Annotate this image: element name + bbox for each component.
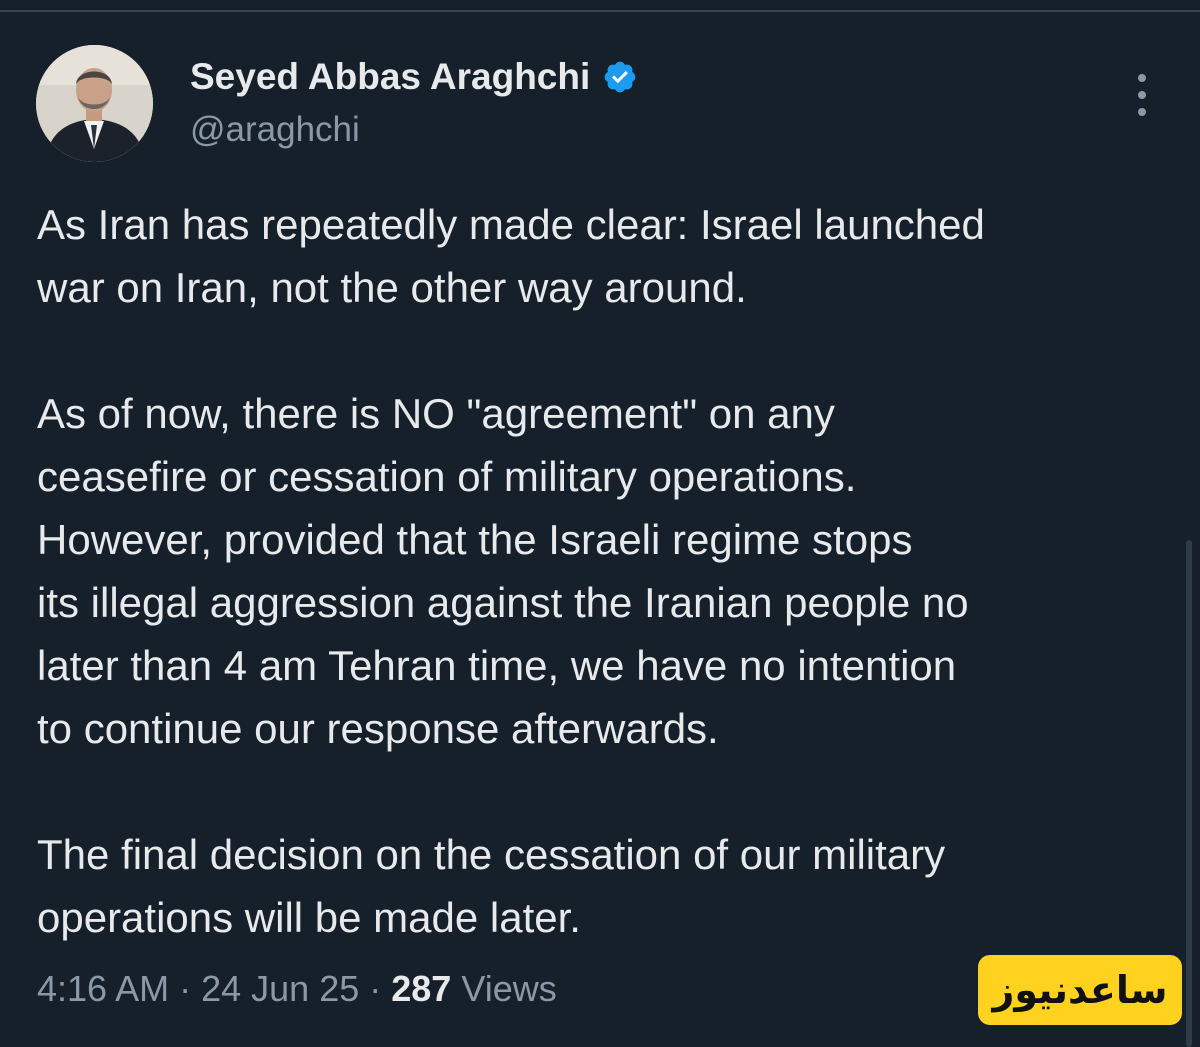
views-count: 287	[391, 968, 452, 1009]
tweet-date[interactable]: 24 Jun 25	[201, 968, 359, 1009]
scrollbar[interactable]	[1186, 540, 1192, 1047]
tweet-paragraph: As Iran has repeatedly made clear: Israe…	[37, 201, 985, 311]
verified-badge-icon	[602, 59, 638, 95]
views-label: Views	[461, 968, 557, 1009]
separator-dot: ·	[369, 968, 392, 1009]
author-name[interactable]: Seyed Abbas Araghchi	[190, 56, 590, 98]
tweet-time[interactable]: 4:16 AM	[37, 968, 169, 1009]
tweet-text: As Iran has repeatedly made clear: Israe…	[37, 193, 1157, 1012]
author-handle[interactable]: @araghchi	[190, 110, 360, 150]
tweet-metadata: 4:16 AM · 24 Jun 25 · 287 Views	[37, 968, 557, 1010]
watermark-text: ساعدنیوز	[992, 969, 1168, 1012]
tweet-paragraph: As of now, there is NO "agreement" on an…	[37, 390, 969, 752]
separator-dot: ·	[179, 968, 202, 1009]
more-options-icon[interactable]	[1128, 74, 1156, 124]
tweet-paragraph: The final decision on the cessation of o…	[37, 831, 946, 941]
watermark-logo: ساعدنیوز	[978, 955, 1182, 1025]
author-name-row[interactable]: Seyed Abbas Araghchi	[190, 56, 638, 98]
top-divider	[0, 10, 1200, 12]
avatar[interactable]	[36, 45, 153, 162]
